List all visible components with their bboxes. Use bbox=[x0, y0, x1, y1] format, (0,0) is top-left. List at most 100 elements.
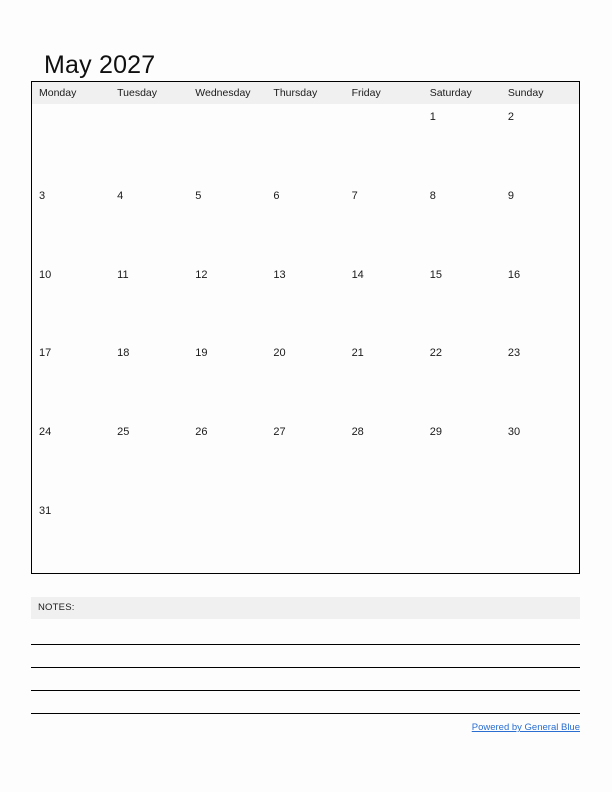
calendar-week-row: 17 18 19 20 21 22 23 bbox=[32, 340, 579, 419]
calendar-day-cell[interactable]: 16 bbox=[501, 262, 579, 341]
day-number: 11 bbox=[117, 268, 129, 281]
day-number: 1 bbox=[429, 111, 436, 123]
calendar-day-cell[interactable]: 4 bbox=[110, 183, 188, 262]
calendar-day-cell[interactable]: 23 bbox=[501, 340, 579, 419]
day-number: 9 bbox=[507, 189, 514, 202]
calendar-grid: Monday Tuesday Wednesday Thursday Friday… bbox=[31, 81, 580, 574]
calendar-day-cell[interactable]: 25 bbox=[110, 419, 188, 498]
footer: Powered by General Blue bbox=[31, 722, 580, 734]
weekday-header-sunday: Sunday bbox=[500, 82, 579, 104]
notes-header-band: NOTES: bbox=[31, 597, 580, 619]
day-number: 18 bbox=[117, 347, 130, 360]
notes-line bbox=[31, 713, 580, 714]
calendar-day-cell[interactable]: 24 bbox=[32, 419, 110, 498]
calendar-day-cell[interactable] bbox=[345, 104, 423, 183]
calendar-day-cell[interactable] bbox=[423, 498, 501, 576]
calendar-day-cell[interactable] bbox=[32, 104, 110, 183]
calendar-week-row: 31 bbox=[32, 498, 579, 576]
calendar-day-cell[interactable] bbox=[501, 498, 579, 576]
calendar-day-cell[interactable]: 17 bbox=[32, 340, 110, 419]
calendar-day-cell[interactable]: 26 bbox=[188, 419, 266, 498]
notes-line bbox=[31, 667, 580, 668]
day-number: 3 bbox=[39, 189, 46, 202]
day-number: 4 bbox=[117, 189, 124, 202]
calendar-day-cell[interactable]: 19 bbox=[188, 340, 266, 419]
calendar-day-cell[interactable]: 5 bbox=[188, 183, 266, 262]
day-number: 25 bbox=[117, 426, 130, 439]
weekday-header-monday: Monday bbox=[32, 82, 111, 104]
calendar-day-cell[interactable]: 3 bbox=[32, 183, 110, 262]
day-number: 26 bbox=[195, 426, 208, 439]
calendar-week-row: 24 25 26 27 28 29 30 bbox=[32, 419, 579, 498]
weekday-header-saturday: Saturday bbox=[422, 82, 501, 104]
notes-label: NOTES: bbox=[38, 602, 75, 613]
page-title: May 2027 bbox=[44, 50, 156, 79]
calendar-week-row: 10 11 12 13 14 15 16 bbox=[32, 262, 579, 341]
calendar-day-cell[interactable]: 9 bbox=[501, 183, 579, 262]
calendar-day-cell[interactable]: 11 bbox=[110, 262, 188, 341]
weekday-header-row: Monday Tuesday Wednesday Thursday Friday… bbox=[32, 82, 579, 104]
day-number: 22 bbox=[429, 347, 442, 360]
calendar-day-cell[interactable]: 30 bbox=[501, 419, 579, 498]
calendar-day-cell[interactable]: 31 bbox=[32, 498, 110, 576]
day-number: 19 bbox=[195, 347, 208, 360]
calendar-page: May 2027 Monday Tuesday Wednesday Thursd… bbox=[0, 0, 612, 792]
calendar-day-cell[interactable] bbox=[345, 498, 423, 576]
calendar-day-cell[interactable]: 8 bbox=[423, 183, 501, 262]
day-number: 16 bbox=[507, 268, 521, 281]
calendar-day-cell[interactable]: 27 bbox=[266, 419, 344, 498]
calendar-day-cell[interactable] bbox=[266, 104, 344, 183]
notes-line bbox=[31, 690, 580, 691]
day-number: 23 bbox=[507, 347, 521, 360]
calendar-day-cell[interactable]: 20 bbox=[266, 340, 344, 419]
calendar-day-cell[interactable] bbox=[110, 498, 188, 576]
day-number: 24 bbox=[39, 426, 52, 439]
day-number: 21 bbox=[351, 347, 364, 360]
day-number: 29 bbox=[429, 426, 442, 439]
calendar-day-cell[interactable]: 6 bbox=[266, 183, 344, 262]
calendar-day-cell[interactable]: 15 bbox=[423, 262, 501, 341]
calendar-day-cell[interactable]: 21 bbox=[345, 340, 423, 419]
day-number: 14 bbox=[351, 268, 364, 281]
weekday-header-friday: Friday bbox=[344, 82, 423, 104]
day-number: 12 bbox=[195, 268, 208, 281]
calendar-day-cell[interactable]: 12 bbox=[188, 262, 266, 341]
powered-by-link[interactable]: Powered by General Blue bbox=[472, 722, 580, 733]
notes-line bbox=[31, 644, 580, 645]
calendar-week-row: 1 2 bbox=[32, 104, 579, 183]
weekday-header-thursday: Thursday bbox=[266, 82, 345, 104]
calendar-day-cell[interactable]: 18 bbox=[110, 340, 188, 419]
calendar-table: Monday Tuesday Wednesday Thursday Friday… bbox=[32, 82, 579, 576]
day-number: 27 bbox=[273, 426, 286, 439]
calendar-header-row-group: Monday Tuesday Wednesday Thursday Friday… bbox=[32, 82, 579, 104]
day-number: 8 bbox=[429, 189, 436, 202]
day-number: 7 bbox=[351, 189, 358, 202]
day-number: 30 bbox=[507, 426, 521, 439]
calendar-day-cell[interactable]: 7 bbox=[345, 183, 423, 262]
weekday-header-wednesday: Wednesday bbox=[188, 82, 267, 104]
day-number: 15 bbox=[429, 268, 442, 281]
day-number: 20 bbox=[273, 347, 286, 360]
weekday-header-tuesday: Tuesday bbox=[110, 82, 189, 104]
calendar-day-cell[interactable]: 14 bbox=[345, 262, 423, 341]
day-number: 10 bbox=[39, 268, 52, 281]
calendar-day-cell[interactable]: 13 bbox=[266, 262, 344, 341]
day-number: 5 bbox=[195, 189, 202, 202]
calendar-day-cell[interactable]: 28 bbox=[345, 419, 423, 498]
day-number: 13 bbox=[273, 268, 286, 281]
calendar-body: 1 2 3 4 5 6 7 8 9 10 11 12 13 14 15 16 1… bbox=[32, 104, 579, 576]
calendar-day-cell[interactable]: 2 bbox=[501, 104, 579, 183]
calendar-day-cell[interactable] bbox=[266, 498, 344, 576]
day-number: 6 bbox=[273, 189, 280, 202]
notes-ruled-area[interactable] bbox=[31, 619, 580, 714]
day-number: 2 bbox=[507, 111, 514, 123]
calendar-day-cell[interactable] bbox=[110, 104, 188, 183]
calendar-day-cell[interactable]: 10 bbox=[32, 262, 110, 341]
calendar-day-cell[interactable]: 1 bbox=[423, 104, 501, 183]
calendar-day-cell[interactable]: 22 bbox=[423, 340, 501, 419]
calendar-day-cell[interactable] bbox=[188, 498, 266, 576]
day-number: 31 bbox=[39, 504, 52, 517]
calendar-day-cell[interactable] bbox=[188, 104, 266, 183]
day-number: 28 bbox=[351, 426, 364, 439]
calendar-day-cell[interactable]: 29 bbox=[423, 419, 501, 498]
